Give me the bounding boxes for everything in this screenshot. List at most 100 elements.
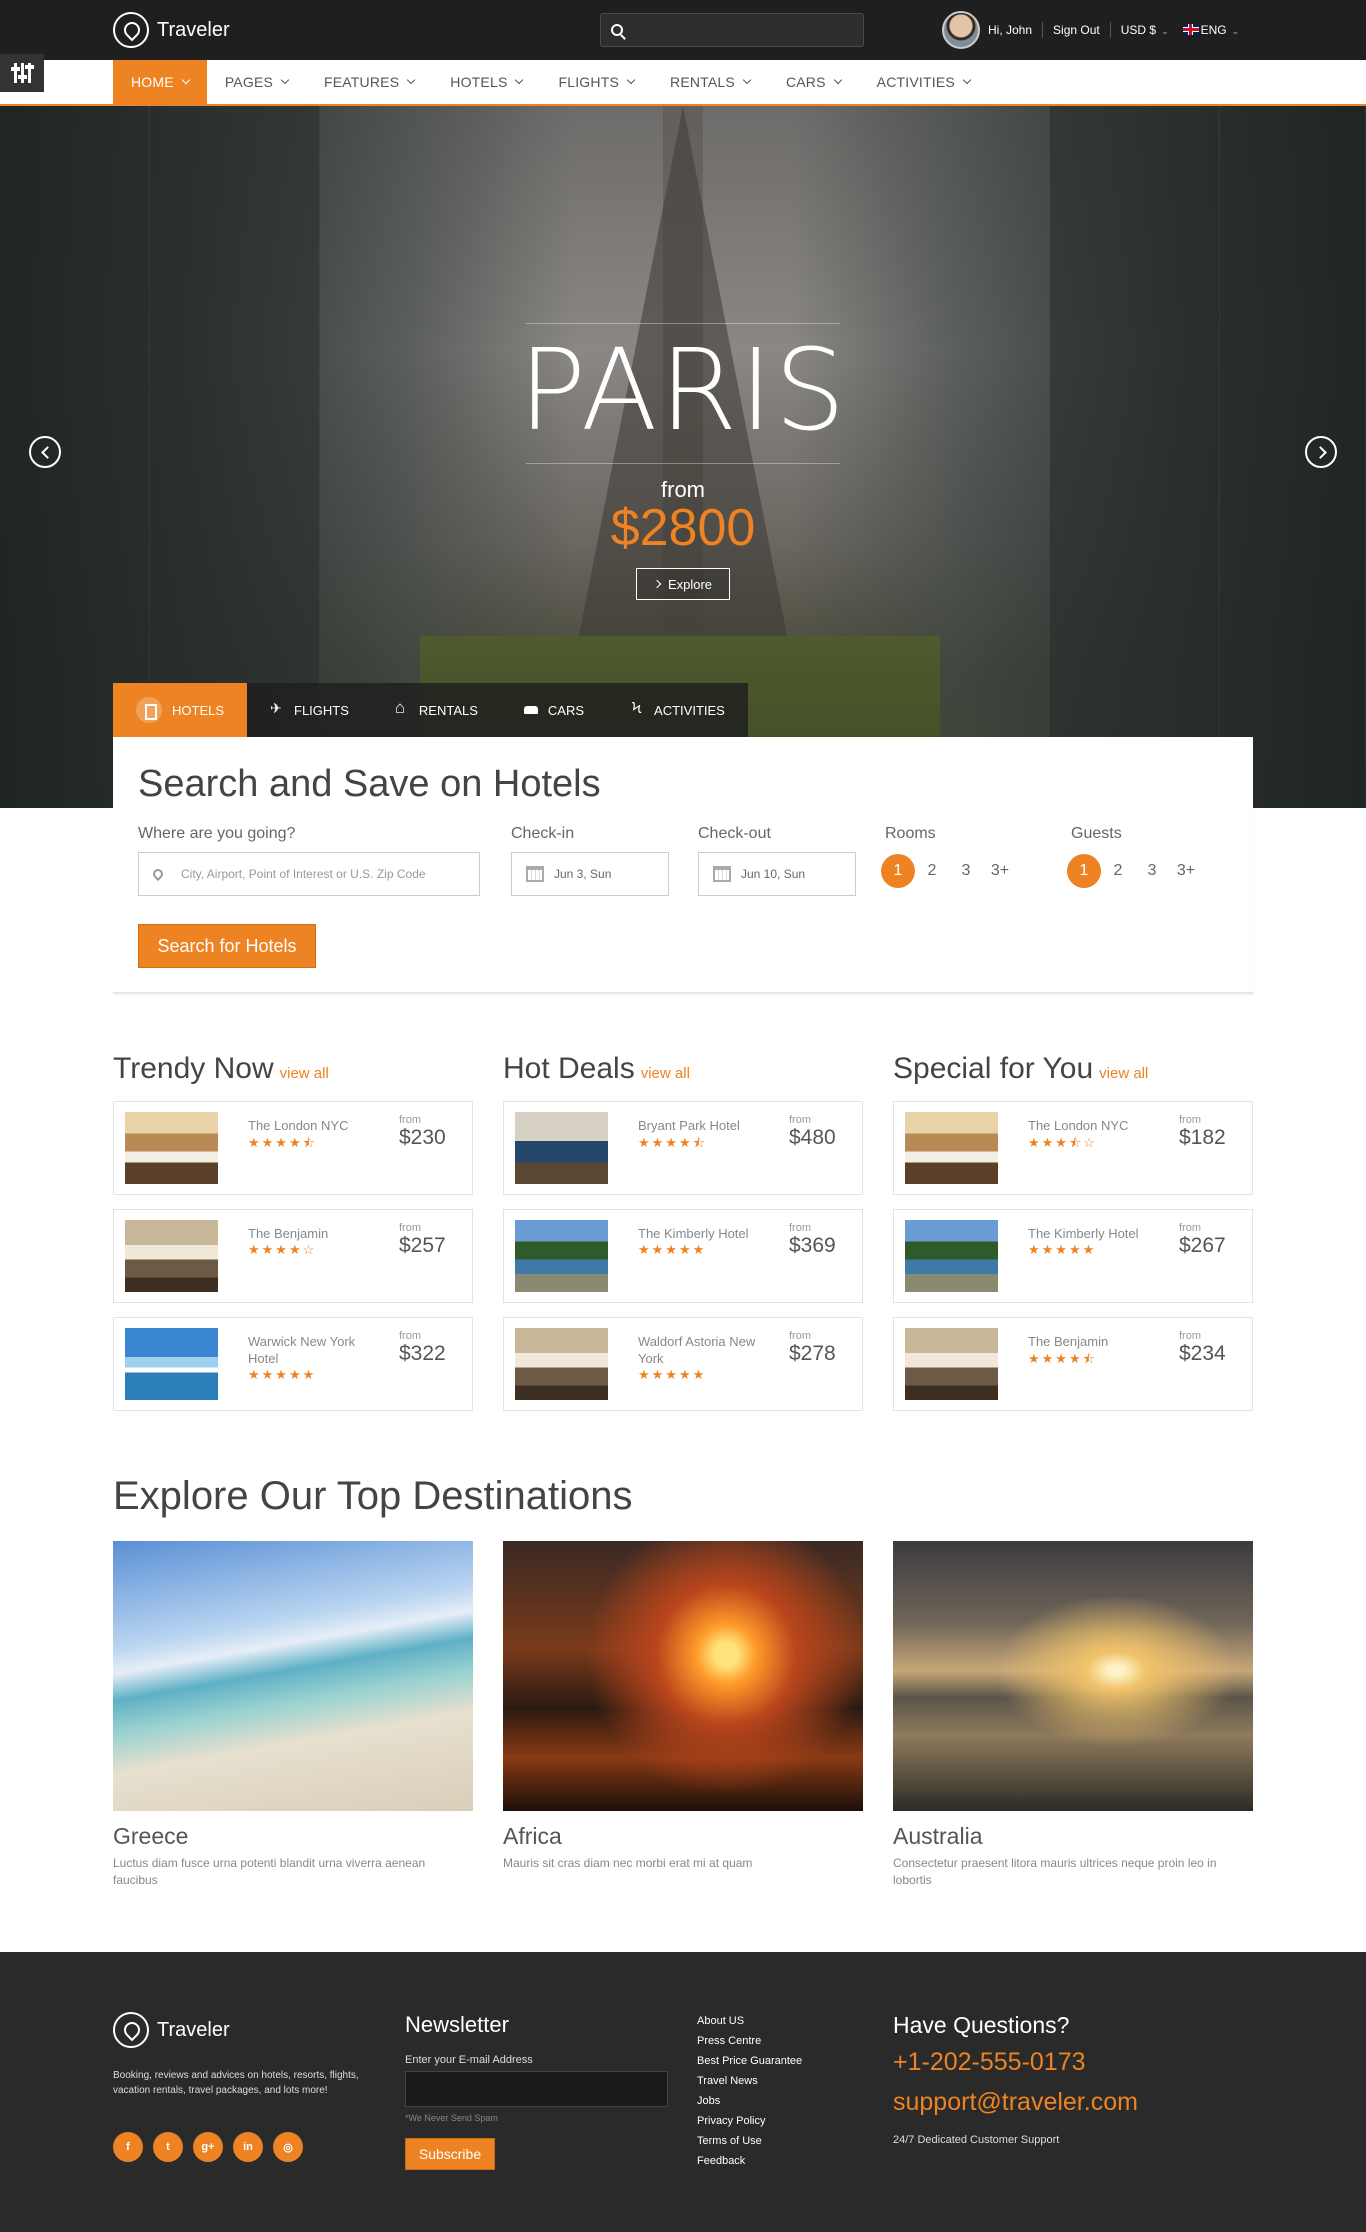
tab-label: ACTIVITIES: [654, 702, 725, 718]
tab-hotels[interactable]: HOTELS: [113, 683, 248, 737]
hotel-name: Waldorf Astoria New York: [638, 1334, 756, 1366]
destination-name[interactable]: Africa: [503, 1823, 562, 1850]
linkedin-icon[interactable]: in: [233, 2132, 263, 2162]
nav-item-flights[interactable]: FLIGHTS: [540, 60, 652, 104]
google-plus-icon[interactable]: g+: [193, 2132, 223, 2162]
footer-link[interactable]: Travel News: [697, 2071, 802, 2091]
hotel-card[interactable]: The London NYC ★★★⯪☆ from $182: [893, 1101, 1253, 1195]
star-rating: ★★★★⯪: [1028, 1351, 1097, 1366]
tab-rentals[interactable]: RENTALS: [372, 683, 501, 737]
language-selector[interactable]: ENG ⌄: [1182, 23, 1239, 37]
hotel-name: The Kimberly Hotel: [638, 1226, 749, 1241]
hotel-price: $267: [1179, 1234, 1226, 1257]
next-slide-button[interactable]: [1305, 436, 1337, 468]
hotel-thumbnail: [125, 1112, 218, 1184]
sign-out-link[interactable]: Sign Out: [1053, 23, 1100, 37]
pinterest-icon[interactable]: ◎: [273, 2132, 303, 2162]
destination-image-greece[interactable]: [113, 1541, 473, 1811]
building-icon: [136, 697, 162, 723]
footer-brand[interactable]: Traveler: [113, 2012, 230, 2048]
nav-item-cars[interactable]: CARS: [768, 60, 859, 104]
hotel-card[interactable]: Warwick New York Hotel ★★★★★ from $322: [113, 1317, 473, 1411]
currency-selector[interactable]: USD $ ⌄: [1121, 23, 1169, 37]
footer-link[interactable]: About US: [697, 2011, 802, 2031]
hotel-card[interactable]: The Kimberly Hotel ★★★★★ from $369: [503, 1209, 863, 1303]
newsletter-title: Newsletter: [405, 2012, 509, 2037]
rooms-option[interactable]: 3+: [983, 854, 1017, 888]
nav-item-activities[interactable]: ACTIVITIES: [859, 60, 988, 104]
support-note: 24/7 Dedicated Customer Support: [893, 2134, 1060, 2146]
destination-input[interactable]: City, Airport, Point of Interest or U.S.…: [138, 852, 480, 896]
view-all-link[interactable]: view all: [1099, 1065, 1148, 1082]
support-phone[interactable]: +1-202-555-0173: [893, 2048, 1086, 2077]
hotel-name: The London NYC: [248, 1118, 349, 1133]
hotel-card[interactable]: Bryant Park Hotel ★★★★⯪ from $480: [503, 1101, 863, 1195]
hotel-card[interactable]: Waldorf Astoria New York ★★★★★ from $278: [503, 1317, 863, 1411]
uk-flag-icon: [1182, 24, 1199, 35]
social-links: f t g+ in ◎: [113, 2132, 303, 2162]
hotel-card[interactable]: The Benjamin ★★★★⯪ from $234: [893, 1317, 1253, 1411]
guests-option[interactable]: 3+: [1169, 854, 1203, 888]
footer-link[interactable]: Press Centre: [697, 2031, 802, 2051]
newsletter-note: *We Never Send Spam: [405, 2113, 498, 2123]
rooms-option[interactable]: 2: [915, 854, 949, 888]
footer-link[interactable]: Privacy Policy: [697, 2111, 802, 2131]
nav-item-rentals[interactable]: RENTALS: [652, 60, 768, 104]
newsletter-email-input[interactable]: [405, 2071, 668, 2107]
special-for-you-heading: Special for You view all: [893, 1052, 1148, 1086]
calendar-icon: [526, 866, 544, 882]
prev-slide-button[interactable]: [29, 436, 61, 468]
hero-title: PARIS: [518, 326, 848, 456]
destination-image-australia[interactable]: [893, 1541, 1253, 1811]
rooms-option[interactable]: 3: [949, 854, 983, 888]
from-label: from: [1179, 1330, 1201, 1342]
nav-item-features[interactable]: FEATURES: [306, 60, 432, 104]
rooms-option[interactable]: 1: [881, 854, 915, 888]
twitter-icon[interactable]: t: [153, 2132, 183, 2162]
top-search-box[interactable]: [600, 13, 864, 47]
hotel-card[interactable]: The Benjamin ★★★★☆ from $257: [113, 1209, 473, 1303]
destination-image-africa[interactable]: [503, 1541, 863, 1811]
hotel-card[interactable]: The Kimberly Hotel ★★★★★ from $267: [893, 1209, 1253, 1303]
chevron-down-icon: [833, 75, 842, 85]
tab-activities[interactable]: ACTIVITIES: [607, 683, 748, 737]
destination-name[interactable]: Australia: [893, 1823, 982, 1850]
hotel-card[interactable]: The London NYC ★★★★⯪ from $230: [113, 1101, 473, 1195]
hotel-thumbnail: [125, 1328, 218, 1400]
guests-option[interactable]: 2: [1101, 854, 1135, 888]
footer-link[interactable]: Terms of Use: [697, 2131, 802, 2151]
nav-item-home[interactable]: HOME: [113, 60, 207, 104]
nav-toggle-button[interactable]: [0, 54, 44, 92]
brand-logo-link[interactable]: Traveler: [113, 10, 230, 50]
footer-link[interactable]: Jobs: [697, 2091, 802, 2111]
user-greeting[interactable]: Hi, John: [988, 23, 1032, 37]
footer-link[interactable]: Best Price Guarantee: [697, 2051, 802, 2071]
tab-flights[interactable]: FLIGHTS: [247, 683, 372, 737]
tab-cars[interactable]: CARS: [501, 683, 607, 737]
view-all-link[interactable]: view all: [641, 1065, 690, 1082]
support-email[interactable]: support@traveler.com: [893, 2088, 1138, 2117]
map-pin-icon: [150, 866, 166, 882]
nav-item-hotels[interactable]: HOTELS: [432, 60, 540, 104]
explore-button[interactable]: Explore: [636, 568, 730, 600]
guests-option[interactable]: 1: [1067, 854, 1101, 888]
subscribe-button[interactable]: Subscribe: [405, 2138, 495, 2170]
view-all-link[interactable]: view all: [280, 1065, 329, 1082]
hotel-price: $480: [789, 1126, 836, 1149]
divider: [1109, 22, 1111, 38]
guests-option[interactable]: 3: [1135, 854, 1169, 888]
hot-deals-heading: Hot Deals view all: [503, 1052, 690, 1086]
hotel-thumbnail: [905, 1220, 998, 1292]
star-rating: ★★★★★: [638, 1242, 707, 1257]
search-hotels-button[interactable]: Search for Hotels: [138, 924, 316, 968]
footer-link[interactable]: Feedback: [697, 2151, 802, 2171]
facebook-icon[interactable]: f: [113, 2132, 143, 2162]
checkin-input[interactable]: Jun 3, Sun: [511, 852, 669, 896]
brand-name: Traveler: [157, 2018, 230, 2041]
avatar[interactable]: [942, 11, 980, 49]
hero-background-image: [1220, 106, 1366, 808]
nav-item-pages[interactable]: PAGES: [207, 60, 306, 104]
top-search-input[interactable]: [631, 22, 861, 38]
destination-name[interactable]: Greece: [113, 1823, 188, 1850]
checkout-input[interactable]: Jun 10, Sun: [698, 852, 856, 896]
